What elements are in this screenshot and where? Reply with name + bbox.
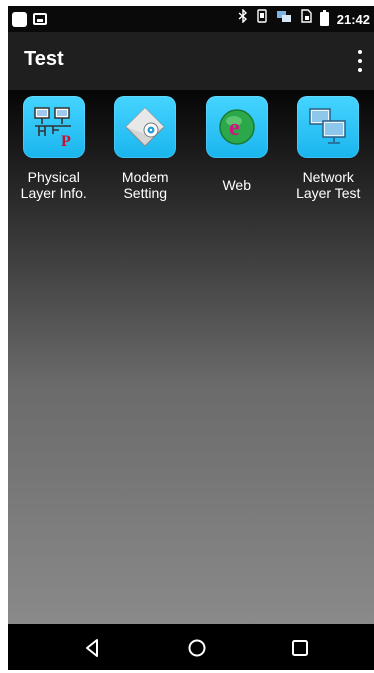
app-modem-setting[interactable]: Modem Setting bbox=[100, 96, 192, 202]
vibrate-icon bbox=[256, 6, 268, 32]
sim-icon bbox=[300, 6, 312, 32]
network-icon bbox=[276, 6, 292, 32]
notification-square-icon bbox=[12, 11, 27, 27]
web-icon: e bbox=[205, 96, 268, 158]
app-bar: Test bbox=[8, 32, 374, 90]
battery-icon bbox=[319, 10, 329, 26]
app-physical-layer-info[interactable]: P Physical Layer Info. bbox=[8, 96, 100, 202]
svg-text:P: P bbox=[61, 133, 71, 150]
svg-text:e: e bbox=[229, 115, 240, 141]
app-launcher-area: P Physical Layer Info. Modem Setting e W… bbox=[8, 90, 374, 624]
image-icon bbox=[33, 13, 47, 25]
app-label: Network Layer Test bbox=[296, 169, 361, 201]
app-title: Test bbox=[24, 48, 64, 70]
recents-icon[interactable] bbox=[288, 636, 312, 660]
navigation-bar bbox=[8, 624, 374, 670]
back-icon[interactable] bbox=[81, 636, 105, 660]
bluetooth-icon bbox=[238, 6, 248, 32]
overflow-menu-icon[interactable] bbox=[354, 50, 366, 72]
home-icon[interactable] bbox=[185, 636, 209, 660]
physical-layer-icon: P bbox=[22, 96, 85, 158]
phone-screen: 21:42 Test P Physical Layer Info. Modem … bbox=[8, 6, 374, 670]
network-layer-icon bbox=[297, 96, 360, 158]
app-grid: P Physical Layer Info. Modem Setting e W… bbox=[8, 96, 374, 202]
app-web[interactable]: e Web bbox=[191, 96, 283, 202]
app-network-layer-test[interactable]: Network Layer Test bbox=[283, 96, 374, 202]
clock: 21:42 bbox=[336, 11, 370, 27]
app-label: Web bbox=[222, 177, 252, 193]
status-bar: 21:42 bbox=[8, 6, 374, 32]
app-label: Modem Setting bbox=[121, 169, 169, 201]
modem-icon bbox=[114, 96, 177, 158]
app-label: Physical Layer Info. bbox=[20, 169, 87, 201]
